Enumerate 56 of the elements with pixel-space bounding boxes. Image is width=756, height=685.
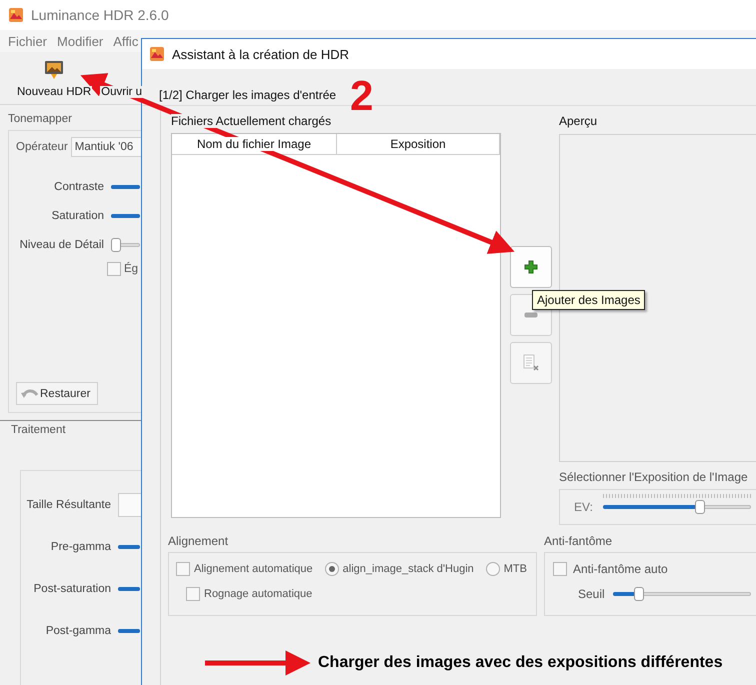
add-button[interactable] bbox=[510, 246, 552, 288]
toolbar-button[interactable]: Ouvrir u bbox=[100, 86, 144, 98]
minus-icon bbox=[524, 312, 538, 318]
clear-list-icon bbox=[523, 354, 539, 372]
toolbar-button[interactable]: Nouveau HDR bbox=[16, 86, 92, 98]
preview-label: Aperçu bbox=[559, 114, 598, 128]
slider-label: Contraste bbox=[53, 181, 104, 193]
slider-label: Post-saturation bbox=[32, 583, 111, 595]
column-header[interactable]: Exposition bbox=[390, 137, 446, 151]
plus-icon bbox=[524, 260, 538, 274]
menu-item[interactable]: Modifier bbox=[57, 34, 104, 48]
radio-label: MTB bbox=[504, 563, 527, 575]
checkbox-label: Anti-fantôme auto bbox=[573, 562, 668, 576]
checkbox-label: Rognage automatique bbox=[204, 588, 312, 600]
column-header[interactable]: Nom du fichier Image bbox=[196, 137, 312, 151]
restore-button[interactable]: Restaurer bbox=[16, 382, 98, 405]
menu-item[interactable]: Fichier bbox=[8, 34, 48, 48]
monitor-icon[interactable] bbox=[44, 60, 64, 80]
checkbox[interactable] bbox=[553, 562, 567, 576]
slider-thumb[interactable] bbox=[634, 587, 644, 601]
app-icon bbox=[8, 7, 24, 23]
field-label: Taille Résultante bbox=[26, 499, 111, 511]
slider[interactable] bbox=[602, 500, 751, 514]
caption: Charger des images avec des expositions différentes bbox=[318, 654, 723, 672]
slider[interactable] bbox=[612, 587, 751, 601]
section-title: Tonemapper bbox=[8, 113, 73, 125]
field-label: Opérateur bbox=[16, 141, 68, 153]
dialog-icon bbox=[149, 46, 165, 62]
menu-item[interactable]: Affic bbox=[113, 34, 138, 48]
checkbox-label: Ég bbox=[124, 263, 138, 275]
radio-button[interactable] bbox=[324, 562, 339, 576]
slider[interactable] bbox=[111, 238, 140, 252]
list-label: Fichiers Actuellement chargés bbox=[171, 114, 332, 128]
slider-label: Post-gamma bbox=[44, 625, 111, 637]
checkbox[interactable] bbox=[107, 262, 121, 276]
group-label: Anti-fantôme bbox=[544, 534, 614, 548]
group-label: Sélectionner l'Exposition de l'Image bbox=[559, 470, 749, 484]
slider-label: Saturation bbox=[50, 210, 104, 222]
radio-label: align_image_stack d'Hugin bbox=[342, 563, 474, 575]
undo-arrow-icon bbox=[21, 386, 39, 400]
slider-thumb[interactable] bbox=[111, 238, 121, 252]
radio-button[interactable] bbox=[486, 562, 500, 576]
checkbox[interactable] bbox=[186, 587, 200, 601]
window-title: Luminance HDR 2.6.0 bbox=[31, 7, 169, 23]
dialog-title: Assistant à la création de HDR bbox=[172, 46, 350, 62]
slider-label: Seuil bbox=[578, 587, 605, 601]
slider-thumb[interactable] bbox=[695, 500, 706, 514]
group-label: Alignement bbox=[168, 534, 230, 548]
step-number: 2 bbox=[350, 74, 374, 118]
operator-dropdown[interactable]: Mantiuk '06 bbox=[70, 137, 141, 157]
slider-label: Pre-gamma bbox=[50, 541, 111, 553]
checkbox[interactable] bbox=[176, 562, 190, 576]
checkbox-label: Alignement automatique bbox=[194, 563, 313, 575]
tooltip: Ajouter des Images bbox=[532, 290, 646, 310]
slider-label: EV: bbox=[574, 500, 593, 514]
slider-label: Niveau de Détail bbox=[18, 239, 104, 251]
